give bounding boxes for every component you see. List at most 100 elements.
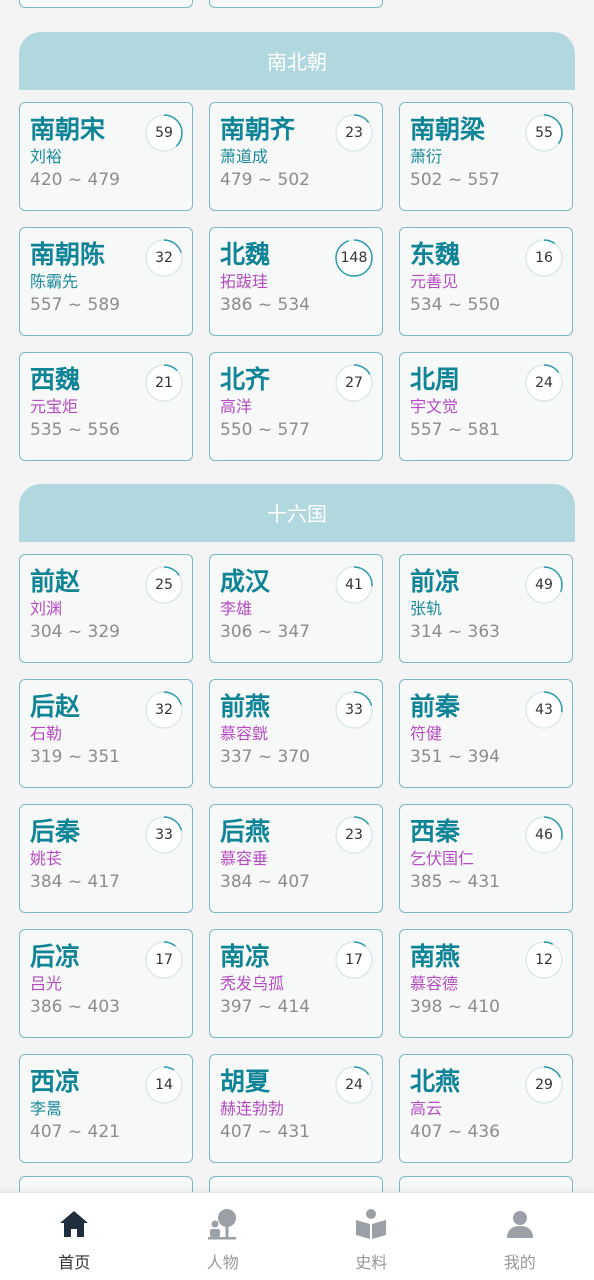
tab-history[interactable]: 史料 bbox=[297, 1193, 446, 1280]
year-range: 557 ~ 581 bbox=[410, 420, 500, 440]
bottom-tab-bar: 首页 人物 史料 我的 bbox=[0, 1192, 594, 1280]
year-range: 502 ~ 557 bbox=[410, 170, 500, 190]
ruler-count-badge: 24 bbox=[334, 1065, 374, 1105]
year-range: 386 ~ 403 bbox=[30, 997, 120, 1017]
card-partial-top[interactable] bbox=[209, 0, 383, 8]
card-partial-bottom[interactable] bbox=[19, 1176, 193, 1192]
year-range: 407 ~ 431 bbox=[220, 1122, 310, 1142]
ruler-count: 55 bbox=[535, 125, 553, 141]
ruler-count-badge: 41 bbox=[334, 565, 374, 605]
ruler-count-badge: 32 bbox=[144, 690, 184, 730]
book-icon bbox=[354, 1207, 388, 1241]
dynasty-card[interactable]: 后秦 姚苌 384 ~ 417 33 bbox=[19, 804, 193, 913]
ruler-count-badge: 12 bbox=[524, 940, 564, 980]
ruler-count-badge: 17 bbox=[144, 940, 184, 980]
tab-label: 我的 bbox=[503, 1253, 536, 1272]
ruler-count: 21 bbox=[155, 375, 173, 391]
dynasty-card[interactable]: 前赵 刘渊 304 ~ 329 25 bbox=[19, 554, 193, 663]
ruler-count-badge: 43 bbox=[524, 690, 564, 730]
dynasty-card[interactable]: 北燕 高云 407 ~ 436 29 bbox=[399, 1054, 573, 1163]
year-range: 407 ~ 436 bbox=[410, 1122, 500, 1142]
ruler-count-badge: 33 bbox=[144, 815, 184, 855]
dynasty-card[interactable]: 前燕 慕容皝 337 ~ 370 33 bbox=[209, 679, 383, 788]
ruler-count: 29 bbox=[535, 1077, 553, 1093]
year-range: 314 ~ 363 bbox=[410, 622, 500, 642]
year-range: 385 ~ 431 bbox=[410, 872, 500, 892]
dynasty-card[interactable]: 南朝梁 萧衍 502 ~ 557 55 bbox=[399, 102, 573, 211]
ruler-count-badge: 59 bbox=[144, 113, 184, 153]
ruler-count-badge: 25 bbox=[144, 565, 184, 605]
ruler-count: 148 bbox=[340, 250, 368, 266]
dynasty-card[interactable]: 北齐 高洋 550 ~ 577 27 bbox=[209, 352, 383, 461]
ruler-count: 25 bbox=[155, 577, 173, 593]
person-tree-icon bbox=[206, 1207, 240, 1241]
year-range: 550 ~ 577 bbox=[220, 420, 310, 440]
dynasty-card[interactable]: 西凉 李暠 407 ~ 421 14 bbox=[19, 1054, 193, 1163]
ruler-count: 46 bbox=[535, 827, 553, 843]
ruler-count-badge: 55 bbox=[524, 113, 564, 153]
dynasty-card[interactable]: 成汉 李雄 306 ~ 347 41 bbox=[209, 554, 383, 663]
dynasty-card[interactable]: 东魏 元善见 534 ~ 550 16 bbox=[399, 227, 573, 336]
year-range: 351 ~ 394 bbox=[410, 747, 500, 767]
dynasty-card[interactable]: 南朝陈 陈霸先 557 ~ 589 32 bbox=[19, 227, 193, 336]
ruler-count: 59 bbox=[155, 125, 173, 141]
tab-label: 史料 bbox=[355, 1253, 388, 1272]
ruler-count: 23 bbox=[345, 125, 363, 141]
year-range: 384 ~ 407 bbox=[220, 872, 310, 892]
year-range: 535 ~ 556 bbox=[30, 420, 120, 440]
ruler-count: 24 bbox=[535, 375, 553, 391]
dynasty-card[interactable]: 前秦 符健 351 ~ 394 43 bbox=[399, 679, 573, 788]
dynasty-list[interactable]: 南北朝 南朝宋 刘裕 420 ~ 479 59 南朝齐 萧道成 479 ~ 502 23 南朝梁… bbox=[0, 0, 594, 1192]
dynasty-card[interactable]: 南凉 秃发乌孤 397 ~ 414 17 bbox=[209, 929, 383, 1038]
ruler-count: 17 bbox=[155, 952, 173, 968]
year-range: 306 ~ 347 bbox=[220, 622, 310, 642]
dynasty-card[interactable]: 前凉 张轨 314 ~ 363 49 bbox=[399, 554, 573, 663]
dynasty-card[interactable]: 南燕 慕容德 398 ~ 410 12 bbox=[399, 929, 573, 1038]
year-range: 479 ~ 502 bbox=[220, 170, 310, 190]
ruler-count-badge: 14 bbox=[144, 1065, 184, 1105]
ruler-count: 14 bbox=[155, 1077, 173, 1093]
ruler-count: 43 bbox=[535, 702, 553, 718]
dynasty-card[interactable]: 胡夏 赫连勃勃 407 ~ 431 24 bbox=[209, 1054, 383, 1163]
dynasty-card[interactable]: 北周 宇文觉 557 ~ 581 24 bbox=[399, 352, 573, 461]
dynasty-card[interactable]: 西秦 乞伏国仁 385 ~ 431 46 bbox=[399, 804, 573, 913]
ruler-count-badge: 49 bbox=[524, 565, 564, 605]
ruler-count-badge: 27 bbox=[334, 363, 374, 403]
dynasty-card[interactable]: 南朝齐 萧道成 479 ~ 502 23 bbox=[209, 102, 383, 211]
ruler-count: 33 bbox=[155, 827, 173, 843]
tab-people[interactable]: 人物 bbox=[149, 1193, 298, 1280]
year-range: 304 ~ 329 bbox=[30, 622, 120, 642]
tab-mine[interactable]: 我的 bbox=[446, 1193, 594, 1280]
home-icon bbox=[57, 1207, 91, 1241]
dynasty-card[interactable]: 后凉 吕光 386 ~ 403 17 bbox=[19, 929, 193, 1038]
year-range: 407 ~ 421 bbox=[30, 1122, 120, 1142]
dynasty-card[interactable]: 后燕 慕容垂 384 ~ 407 23 bbox=[209, 804, 383, 913]
ruler-count: 49 bbox=[535, 577, 553, 593]
ruler-count: 32 bbox=[155, 250, 173, 266]
dynasty-card[interactable]: 南朝宋 刘裕 420 ~ 479 59 bbox=[19, 102, 193, 211]
tab-home[interactable]: 首页 bbox=[0, 1193, 149, 1280]
year-range: 557 ~ 589 bbox=[30, 295, 120, 315]
section-header: 十六国 bbox=[19, 484, 575, 542]
card-partial-bottom[interactable] bbox=[209, 1176, 383, 1192]
dynasty-card[interactable]: 西魏 元宝炬 535 ~ 556 21 bbox=[19, 352, 193, 461]
year-range: 398 ~ 410 bbox=[410, 997, 500, 1017]
ruler-count: 27 bbox=[345, 375, 363, 391]
ruler-count: 17 bbox=[345, 952, 363, 968]
tab-label: 人物 bbox=[206, 1253, 239, 1272]
dynasty-card[interactable]: 后赵 石勒 319 ~ 351 32 bbox=[19, 679, 193, 788]
year-range: 397 ~ 414 bbox=[220, 997, 310, 1017]
ruler-count: 41 bbox=[345, 577, 363, 593]
dynasty-card[interactable]: 北魏 拓跋珪 386 ~ 534 148 bbox=[209, 227, 383, 336]
ruler-count-badge: 16 bbox=[524, 238, 564, 278]
ruler-count-badge: 29 bbox=[524, 1065, 564, 1105]
card-partial-bottom[interactable] bbox=[399, 1176, 573, 1192]
ruler-count: 16 bbox=[535, 250, 553, 266]
card-partial-top[interactable] bbox=[19, 0, 193, 8]
user-icon bbox=[503, 1207, 537, 1241]
ruler-count-badge: 32 bbox=[144, 238, 184, 278]
year-range: 337 ~ 370 bbox=[220, 747, 310, 767]
year-range: 319 ~ 351 bbox=[30, 747, 120, 767]
dynasty-grid: 前赵 刘渊 304 ~ 329 25 成汉 李雄 306 ~ 347 41 前凉 张轨 314 ~ … bbox=[19, 554, 575, 1163]
ruler-count-badge: 17 bbox=[334, 940, 374, 980]
